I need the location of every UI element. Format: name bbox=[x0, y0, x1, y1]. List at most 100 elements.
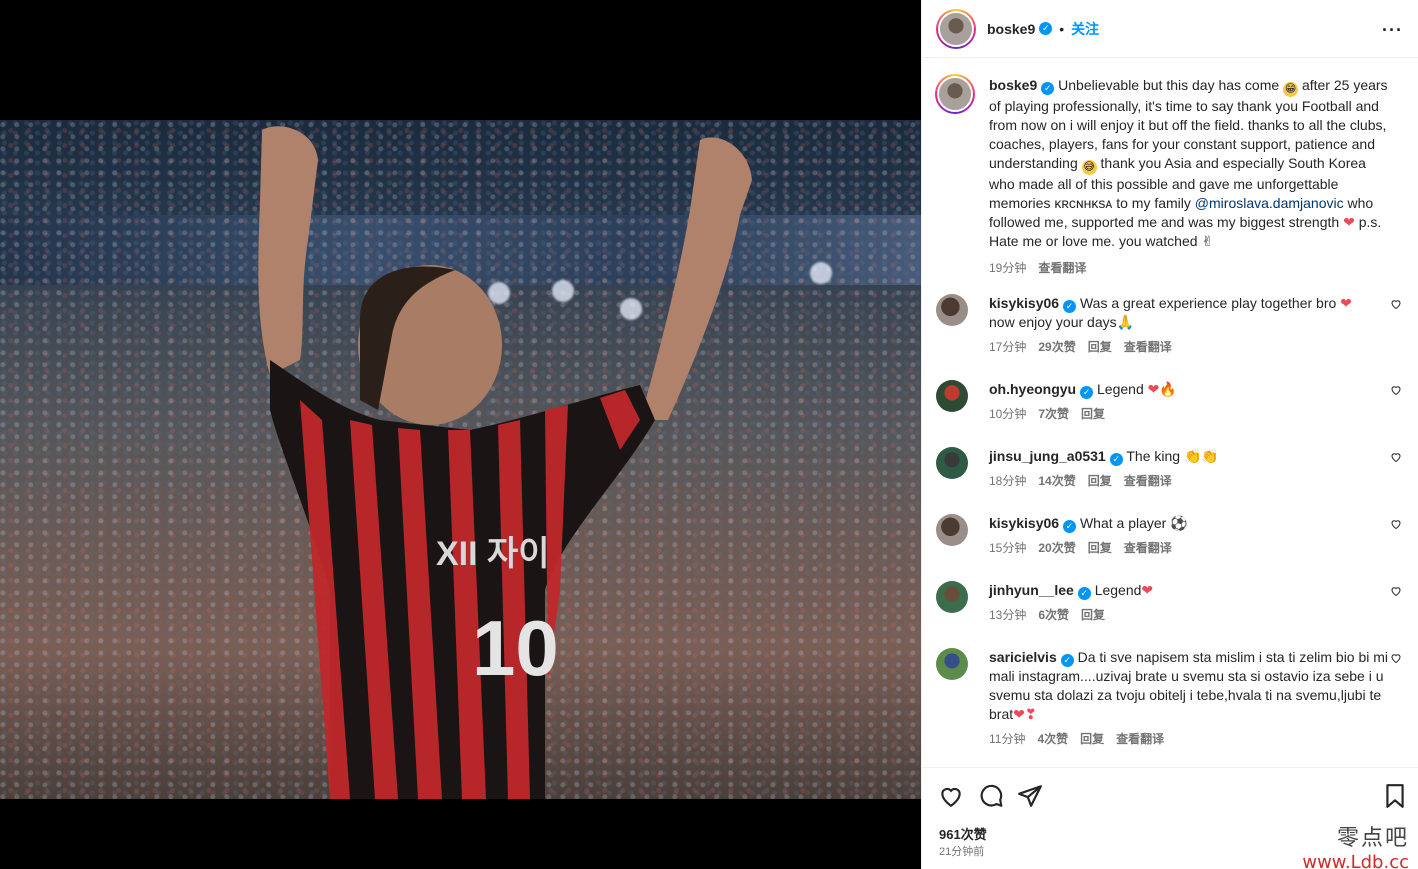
translate-button[interactable]: 查看翻译 bbox=[1124, 338, 1172, 357]
verified-icon: ✓ bbox=[1063, 300, 1077, 313]
comment-avatar[interactable] bbox=[936, 514, 968, 546]
victory-emoji-icon: ✌ bbox=[1201, 233, 1214, 249]
smile-emoji-icon: 😅 bbox=[1081, 160, 1097, 175]
post-time: 21分钟前 bbox=[939, 846, 985, 858]
comment-time: 11分钟 bbox=[989, 732, 1026, 746]
heart-emoji-icon: ❤❣ bbox=[1013, 706, 1037, 722]
author-username[interactable]: boske9 bbox=[987, 21, 1035, 37]
translate-button[interactable]: 查看翻译 bbox=[1038, 259, 1086, 278]
pray-emoji-icon: 🙏 bbox=[1116, 314, 1135, 330]
verified-icon: ✓ bbox=[1077, 587, 1091, 600]
caption-avatar[interactable] bbox=[935, 74, 975, 114]
reply-button[interactable]: 回复 bbox=[1080, 730, 1104, 749]
verified-icon: ✓ bbox=[1039, 22, 1053, 35]
comment-username[interactable]: saricielvis bbox=[989, 649, 1057, 665]
heart-emoji-icon: ❤ bbox=[1340, 295, 1352, 311]
translate-button[interactable]: 查看翻译 bbox=[1124, 472, 1172, 491]
heart-icon[interactable] bbox=[1390, 652, 1402, 664]
translate-button[interactable]: 查看翻译 bbox=[1124, 539, 1172, 558]
author-avatar[interactable] bbox=[936, 8, 976, 49]
comment-username[interactable]: jinsu_jung_a0531 bbox=[989, 448, 1106, 464]
comment-time: 10分钟 bbox=[989, 407, 1027, 421]
comment-avatar[interactable] bbox=[936, 581, 968, 613]
comment-likes[interactable]: 4次赞 bbox=[1037, 730, 1068, 749]
comment-text: The king bbox=[1126, 448, 1181, 464]
post-actions: 961次赞 21分钟前 零点吧 www.Ldb.cc bbox=[922, 767, 1418, 869]
watermark: 零点吧 www.Ldb.cc bbox=[1302, 820, 1409, 869]
bookmark-icon[interactable] bbox=[1382, 783, 1408, 809]
comment-avatar[interactable] bbox=[936, 294, 968, 326]
fire-emoji-icon: 🔥 bbox=[1159, 381, 1177, 397]
comment-username[interactable]: kisykisy06 bbox=[989, 515, 1059, 531]
heart-icon[interactable] bbox=[1390, 384, 1402, 396]
comment-time: 13分钟 bbox=[989, 608, 1027, 622]
comment-likes[interactable]: 20次赞 bbox=[1038, 539, 1075, 558]
verified-icon: ✓ bbox=[1060, 654, 1074, 667]
comment-username[interactable]: oh.hyeongyu bbox=[989, 381, 1076, 397]
reply-button[interactable]: 回复 bbox=[1088, 472, 1112, 491]
watermark-cn: 零点吧 bbox=[1336, 826, 1409, 851]
caption-mention[interactable]: @miroslava.damjanovic bbox=[1195, 195, 1344, 211]
comment-likes[interactable]: 29次赞 bbox=[1038, 338, 1075, 357]
comment-text: Legend bbox=[1094, 582, 1142, 598]
follow-button[interactable]: 关注 bbox=[1071, 19, 1099, 39]
player-figure: XII 자이 10 bbox=[258, 126, 752, 799]
post-panel: boske9 ✓ • 关注 ··· boske9 ✓ Unbelievable b… bbox=[921, 0, 1418, 869]
post-header: boske9 ✓ • 关注 ··· bbox=[922, 0, 1418, 58]
separator-dot: • bbox=[1059, 20, 1065, 37]
caption-time: 19分钟 bbox=[989, 261, 1027, 275]
verified-icon: ✓ bbox=[1041, 82, 1055, 95]
post-media: XII 자이 10 bbox=[0, 0, 921, 869]
reply-button[interactable]: 回复 bbox=[1081, 405, 1105, 424]
comment-username[interactable]: kisykisy06 bbox=[989, 295, 1059, 311]
like-heart-icon[interactable] bbox=[938, 783, 964, 809]
heart-emoji-icon: ❤ bbox=[1147, 381, 1160, 397]
comment-item: jinsu_jung_a0531 ✓ The king 👏👏 18分钟 14次赞 … bbox=[936, 447, 1406, 495]
comment-time: 18分钟 bbox=[989, 474, 1027, 488]
comment-item: kisykisy06 ✓ What a player ⚽ 15分钟 20次赞 回复… bbox=[936, 514, 1406, 562]
comment-avatar[interactable] bbox=[936, 380, 968, 412]
comment-likes[interactable]: 7次赞 bbox=[1038, 405, 1069, 424]
jersey-sponsor: XII 자이 bbox=[436, 535, 550, 573]
verified-icon: ✓ bbox=[1063, 520, 1077, 533]
comment-item: oh.hyeongyu ✓ Legend ❤🔥 10分钟 7次赞 回复 bbox=[936, 380, 1406, 428]
soccer-ball-emoji-icon: ⚽ bbox=[1170, 515, 1188, 531]
grin-emoji-icon: 😁 bbox=[1283, 82, 1299, 97]
more-icon[interactable]: ··· bbox=[1382, 20, 1403, 41]
comment-text: What a player bbox=[1079, 515, 1167, 531]
comment-item: saricielvis ✓ Da ti sve napisem sta misli… bbox=[936, 648, 1406, 758]
heart-icon[interactable] bbox=[1390, 518, 1402, 530]
caption-username[interactable]: boske9 bbox=[989, 77, 1037, 93]
comment-likes[interactable]: 6次赞 bbox=[1038, 606, 1069, 625]
comment-text: now enjoy your days bbox=[989, 314, 1117, 330]
heart-emoji-icon: ❤ bbox=[1343, 214, 1355, 230]
verified-icon: ✓ bbox=[1109, 453, 1123, 466]
like-count[interactable]: 961次赞 bbox=[939, 824, 987, 843]
comment-time: 17分钟 bbox=[989, 340, 1027, 354]
translate-button[interactable]: 查看翻译 bbox=[1116, 730, 1164, 749]
comment-item: kisykisy06 ✓ Was a great experience play … bbox=[936, 294, 1406, 354]
heart-icon[interactable] bbox=[1390, 451, 1402, 463]
verified-icon: ✓ bbox=[1080, 386, 1094, 399]
share-icon[interactable] bbox=[1017, 783, 1043, 809]
reply-button[interactable]: 回复 bbox=[1088, 539, 1112, 558]
comment-avatar[interactable] bbox=[936, 447, 968, 479]
comment-icon[interactable] bbox=[978, 783, 1004, 809]
reply-button[interactable]: 回复 bbox=[1088, 338, 1112, 357]
comment-avatar[interactable] bbox=[936, 648, 968, 680]
comment-likes[interactable]: 14次赞 bbox=[1038, 472, 1075, 491]
heart-emoji-icon: ❤ bbox=[1141, 582, 1154, 598]
post-caption: boske9 ✓ Unbelievable but this day has co… bbox=[935, 74, 1406, 278]
watermark-url: www.Ldb.cc bbox=[1302, 852, 1409, 869]
post-photo: XII 자이 10 bbox=[0, 120, 921, 799]
comment-text: Was a great experience play together bro bbox=[1079, 295, 1337, 311]
caption-text: Unbelievable but this day has come bbox=[1058, 77, 1280, 93]
clap-emoji-icon: 👏👏 bbox=[1183, 448, 1219, 464]
comments-list[interactable]: boske9 ✓ Unbelievable but this day has co… bbox=[922, 58, 1418, 767]
heart-icon[interactable] bbox=[1390, 298, 1402, 310]
jersey-number: 10 bbox=[472, 604, 559, 692]
comment-text: Legend bbox=[1097, 381, 1144, 397]
reply-button[interactable]: 回复 bbox=[1081, 606, 1105, 625]
comment-username[interactable]: jinhyun__lee bbox=[989, 582, 1074, 598]
heart-icon[interactable] bbox=[1390, 585, 1402, 597]
